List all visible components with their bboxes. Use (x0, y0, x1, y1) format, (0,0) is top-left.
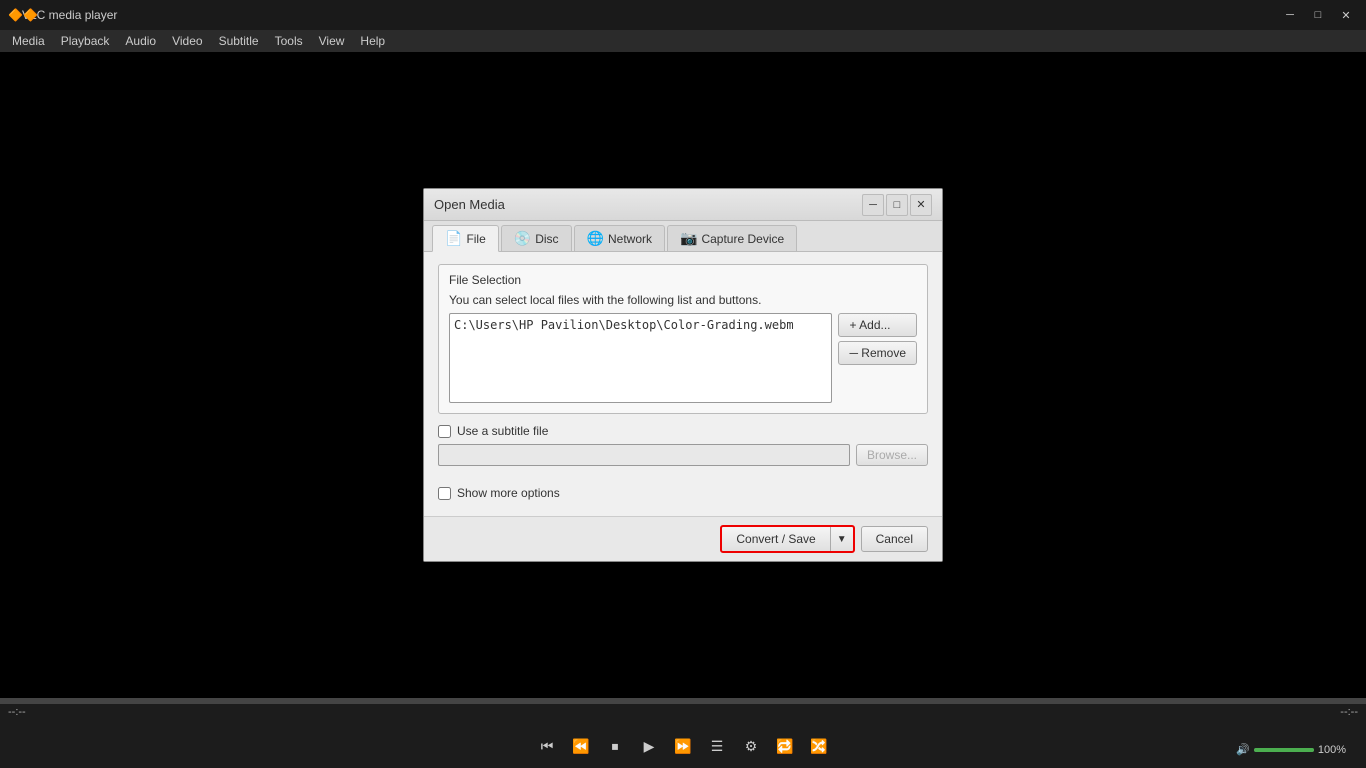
menu-media[interactable]: Media (4, 32, 53, 50)
volume-bar[interactable] (1254, 748, 1314, 752)
loop-button[interactable]: 🔁 (771, 732, 799, 760)
volume-area: 🔊 100% (1236, 743, 1346, 756)
dialog-tabs: 📄 File 💿 Disc 🌐 Network 📷 Capture Device (424, 221, 942, 252)
subtitle-path-row: Browse... (438, 444, 928, 466)
app-title: VLC media player (22, 8, 1278, 22)
bottom-bar: --:-- --:-- ⏮ ⏪ ⏹ ▶ ⏩ ☰ ⚙ 🔁 🔀 🔊 100% (0, 698, 1366, 768)
file-selection-title: File Selection (449, 273, 917, 287)
file-buttons: + Add... ─ Remove (838, 313, 917, 365)
file-selection-group: File Selection You can select local file… (438, 264, 928, 414)
titlebar: 🔶 VLC media player ─ □ ✕ (0, 0, 1366, 30)
rewind-button[interactable]: ⏪ (567, 732, 595, 760)
playlist-button[interactable]: ☰ (703, 732, 731, 760)
file-list[interactable] (449, 313, 832, 403)
vlc-icon: 🔶 (8, 8, 22, 22)
dialog-title: Open Media (434, 197, 860, 212)
subtitle-label[interactable]: Use a subtitle file (457, 424, 548, 438)
tab-capture[interactable]: 📷 Capture Device (667, 225, 797, 251)
tab-network[interactable]: 🌐 Network (574, 225, 665, 251)
dialog-footer: Convert / Save ▼ Cancel (424, 516, 942, 561)
tab-disc[interactable]: 💿 Disc (501, 225, 572, 251)
menu-help[interactable]: Help (352, 32, 393, 50)
convert-save-button[interactable]: Convert / Save (722, 527, 830, 551)
open-media-dialog: Open Media ─ □ ✕ 📄 File 💿 Disc 🌐 Network… (423, 188, 943, 562)
subtitle-checkbox[interactable] (438, 425, 451, 438)
seekbar[interactable] (0, 698, 1366, 704)
fast-forward-button[interactable]: ⏩ (669, 732, 697, 760)
tab-file[interactable]: 📄 File (432, 225, 499, 252)
capture-icon: 📷 (680, 230, 697, 247)
show-more-checkbox[interactable] (438, 487, 451, 500)
subtitle-checkbox-row: Use a subtitle file (438, 424, 928, 438)
add-button[interactable]: + Add... (838, 313, 917, 337)
window-controls: ─ □ ✕ (1278, 5, 1358, 25)
convert-save-wrapper: Convert / Save ▼ (720, 525, 854, 553)
tab-capture-label: Capture Device (701, 232, 784, 246)
menu-video[interactable]: Video (164, 32, 210, 50)
file-icon: 📄 (445, 230, 462, 247)
dialog-titlebar: Open Media ─ □ ✕ (424, 189, 942, 221)
tab-disc-label: Disc (535, 232, 558, 246)
cancel-button[interactable]: Cancel (861, 526, 928, 552)
menubar: Media Playback Audio Video Subtitle Tool… (0, 30, 1366, 52)
menu-tools[interactable]: Tools (267, 32, 311, 50)
minimize-button[interactable]: ─ (1278, 5, 1302, 25)
network-icon: 🌐 (587, 230, 604, 247)
dialog-overlay: Open Media ─ □ ✕ 📄 File 💿 Disc 🌐 Network… (0, 52, 1366, 698)
remove-button[interactable]: ─ Remove (838, 341, 917, 365)
volume-fill (1254, 748, 1314, 752)
volume-icon: 🔊 (1236, 743, 1250, 756)
stop-button[interactable]: ⏹ (601, 732, 629, 760)
time-right: --:-- (1340, 706, 1358, 718)
tab-file-label: File (466, 232, 485, 246)
dialog-body: File Selection You can select local file… (424, 252, 942, 478)
prev-button[interactable]: ⏮ (533, 732, 561, 760)
show-more-row: Show more options (424, 486, 942, 508)
file-selection-hint: You can select local files with the foll… (449, 293, 917, 307)
shuffle-button[interactable]: 🔀 (805, 732, 833, 760)
dialog-close-button[interactable]: ✕ (910, 194, 932, 216)
menu-audio[interactable]: Audio (117, 32, 164, 50)
browse-button: Browse... (856, 444, 928, 466)
subtitle-section: Use a subtitle file Browse... (438, 424, 928, 466)
time-left: --:-- (8, 706, 26, 718)
maximize-button[interactable]: □ (1306, 5, 1330, 25)
dialog-maximize-button[interactable]: □ (886, 194, 908, 216)
menu-subtitle[interactable]: Subtitle (211, 32, 267, 50)
subtitle-path-input[interactable] (438, 444, 850, 466)
menu-playback[interactable]: Playback (53, 32, 118, 50)
playback-controls: ⏮ ⏪ ⏹ ▶ ⏩ ☰ ⚙ 🔁 🔀 (0, 732, 1366, 760)
menu-view[interactable]: View (311, 32, 353, 50)
extended-settings-button[interactable]: ⚙ (737, 732, 765, 760)
dialog-minimize-button[interactable]: ─ (862, 194, 884, 216)
close-button[interactable]: ✕ (1334, 5, 1358, 25)
tab-network-label: Network (608, 232, 652, 246)
file-row: + Add... ─ Remove (449, 313, 917, 403)
show-more-label[interactable]: Show more options (457, 486, 560, 500)
play-button[interactable]: ▶ (635, 732, 663, 760)
convert-save-dropdown-button[interactable]: ▼ (831, 527, 853, 551)
disc-icon: 💿 (514, 230, 531, 247)
volume-label: 100% (1318, 744, 1346, 756)
